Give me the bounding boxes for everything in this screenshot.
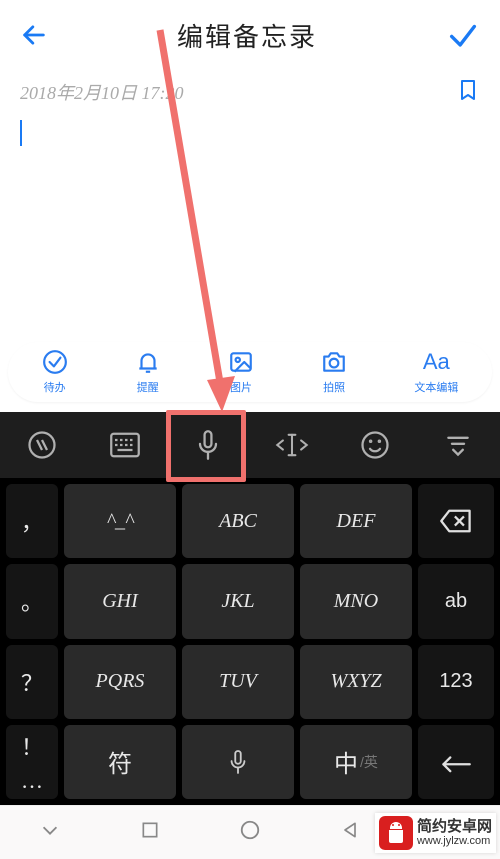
key-emoticon[interactable]: ^_^ xyxy=(64,484,176,558)
key-wxyz[interactable]: WXYZ xyxy=(300,645,412,719)
text-edit-label: 文本编辑 xyxy=(414,379,458,395)
key-lang-sub: /英 xyxy=(360,752,378,772)
key-more-label: … xyxy=(21,768,43,794)
key-period[interactable]: 。 xyxy=(6,564,58,638)
nav-hide-keyboard[interactable] xyxy=(39,819,61,846)
remind-button[interactable]: 提醒 xyxy=(135,349,161,395)
enter-key[interactable] xyxy=(418,725,494,799)
camera-label: 拍照 xyxy=(323,379,345,395)
remind-label: 提醒 xyxy=(137,379,159,395)
todo-label: 待办 xyxy=(44,379,66,395)
image-button[interactable]: 图片 xyxy=(228,349,254,395)
text-cursor[interactable] xyxy=(20,120,22,146)
key-mno[interactable]: MNO xyxy=(300,564,412,638)
key-ghi[interactable]: GHI xyxy=(64,564,176,638)
bookmark-button[interactable] xyxy=(456,76,480,109)
keyboard-area: ， ^_^ ABC DEF 。 GHI JKL MNO ab ？ PQRS TU… xyxy=(0,478,500,805)
key-lang-main: 中 xyxy=(334,744,358,779)
note-toolbar: 待办 提醒 图片 拍照 Aa 文本编辑 xyxy=(8,342,492,402)
cursor-move-button[interactable] xyxy=(262,415,322,475)
key-space-mic[interactable] xyxy=(182,725,294,799)
keyboard-switch-button[interactable] xyxy=(95,415,155,475)
key-comma[interactable]: ， xyxy=(6,484,58,558)
confirm-button[interactable] xyxy=(446,18,480,52)
back-button[interactable] xyxy=(20,21,48,49)
text-edit-button[interactable]: Aa 文本编辑 xyxy=(414,349,458,395)
watermark-name: 简约安卓网 xyxy=(417,819,492,836)
key-question[interactable]: ？ xyxy=(6,645,58,719)
watermark-url: www.jylzw.com xyxy=(417,835,492,847)
emoji-button[interactable] xyxy=(345,415,405,475)
key-jkl[interactable]: JKL xyxy=(182,564,294,638)
key-pqrs[interactable]: PQRS xyxy=(64,645,176,719)
nav-recent[interactable] xyxy=(140,820,160,845)
camera-button[interactable]: 拍照 xyxy=(321,349,347,395)
watermark-badge-icon xyxy=(379,816,413,850)
ime-toolbar xyxy=(0,412,500,478)
todo-button[interactable]: 待办 xyxy=(42,349,68,395)
page-title: 编辑备忘录 xyxy=(177,17,317,54)
key-abc[interactable]: ABC xyxy=(182,484,294,558)
key-def[interactable]: DEF xyxy=(300,484,412,558)
nav-back[interactable] xyxy=(340,820,360,845)
nav-home[interactable] xyxy=(239,819,261,846)
image-label: 图片 xyxy=(230,379,252,395)
ime-logo-button[interactable] xyxy=(12,415,72,475)
note-timestamp: 2018年2月10日 17:20 xyxy=(20,79,184,105)
key-ab-mode[interactable]: ab xyxy=(418,564,494,638)
key-symbol[interactable]: 符 xyxy=(64,725,176,799)
text-edit-glyph: Aa xyxy=(423,349,450,375)
collapse-keyboard-button[interactable] xyxy=(428,415,488,475)
key-exclaim-more[interactable]: ！ … xyxy=(6,725,58,799)
key-numeric[interactable]: 123 xyxy=(418,645,494,719)
watermark: 简约安卓网 www.jylzw.com xyxy=(375,813,496,853)
key-language[interactable]: 中/英 xyxy=(300,725,412,799)
annotation-highlight-box xyxy=(166,410,246,482)
key-tuv[interactable]: TUV xyxy=(182,645,294,719)
key-exclaim-label: ！ xyxy=(21,730,43,762)
backspace-key[interactable] xyxy=(418,484,494,558)
